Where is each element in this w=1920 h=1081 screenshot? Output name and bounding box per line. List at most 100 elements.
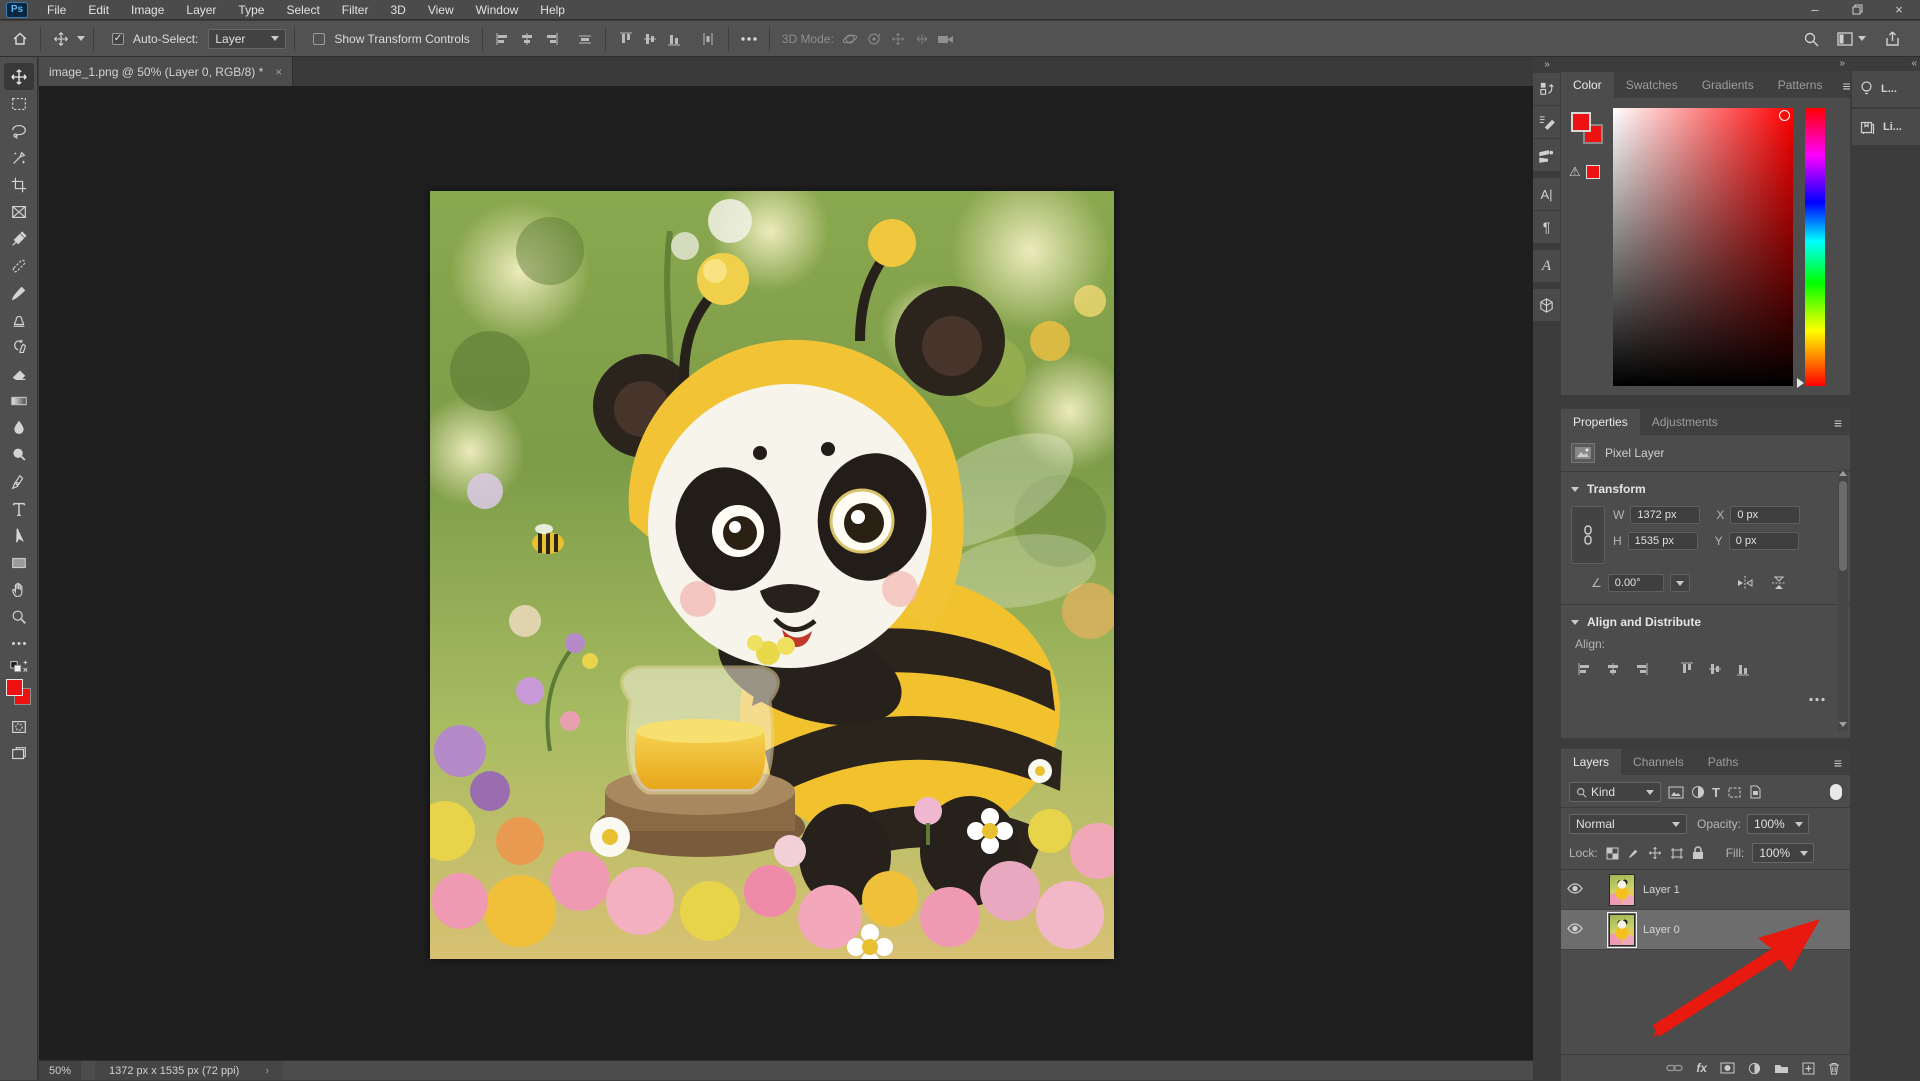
collapse-rail-button[interactable]: « [1911, 56, 1916, 72]
hue-slider[interactable] [1805, 108, 1825, 386]
search-button[interactable] [1799, 26, 1823, 52]
tab-layers[interactable]: Layers [1561, 749, 1621, 775]
brush-settings-panel-button[interactable] [1533, 106, 1560, 139]
expand-panels-button[interactable]: » [1839, 56, 1844, 72]
layer-row-1[interactable]: Layer 1 [1561, 870, 1850, 910]
character-panel-button[interactable]: A| [1533, 178, 1560, 211]
props-align-hcenter-button[interactable] [1601, 659, 1625, 679]
status-document-info[interactable]: 1372 px x 1535 px (72 ppi) › [95, 1061, 283, 1080]
height-field[interactable]: 1535 px [1628, 532, 1698, 550]
learn-panel-button[interactable]: L... [1852, 71, 1920, 107]
layer0-name[interactable]: Layer 0 [1643, 924, 1680, 936]
filter-pixel-layers-icon[interactable] [1668, 786, 1684, 799]
tool-eraser[interactable] [4, 360, 34, 387]
properties-panel-menu-icon[interactable]: ≡ [1826, 411, 1850, 435]
tool-history-brush[interactable] [4, 333, 34, 360]
more-align-options-button[interactable] [737, 26, 761, 52]
brushes-panel-button[interactable] [1533, 139, 1560, 172]
tab-gradients[interactable]: Gradients [1690, 72, 1766, 98]
tool-blur[interactable] [4, 414, 34, 441]
blend-mode-dropdown[interactable]: Normal [1569, 814, 1687, 834]
link-dimensions-button[interactable] [1571, 506, 1605, 564]
color-swatches[interactable] [2, 679, 36, 713]
tool-hand[interactable] [4, 576, 34, 603]
filter-type-layers-icon[interactable]: T [1712, 785, 1720, 800]
flip-horizontal-icon[interactable] [1736, 575, 1754, 591]
tab-patterns[interactable]: Patterns [1766, 72, 1835, 98]
y-field[interactable]: 0 px [1729, 532, 1799, 550]
document-tab-close[interactable]: × [275, 65, 282, 79]
share-button[interactable] [1880, 26, 1904, 52]
props-align-bottom-button[interactable] [1731, 659, 1755, 679]
rotation-field[interactable]: 0.00° [1608, 574, 1664, 592]
opacity-field[interactable]: 100% [1747, 814, 1809, 834]
restore-button[interactable] [1836, 0, 1878, 19]
align-horizontal-centers-button[interactable] [515, 26, 539, 52]
3d-roll-button[interactable] [862, 26, 886, 52]
tool-move[interactable] [4, 63, 34, 90]
properties-scrollbar[interactable] [1838, 469, 1848, 731]
distribute-vertical-button[interactable] [696, 26, 720, 52]
tool-marquee[interactable] [4, 90, 34, 117]
color-foreground-swatch[interactable] [1571, 112, 1591, 132]
tab-adjustments[interactable]: Adjustments [1640, 409, 1730, 435]
menu-help[interactable]: Help [529, 1, 576, 19]
menu-filter[interactable]: Filter [331, 1, 380, 19]
menu-file[interactable]: File [36, 1, 77, 19]
align-bottom-edges-button[interactable] [662, 26, 686, 52]
menu-image[interactable]: Image [120, 1, 175, 19]
filter-smart-objects-icon[interactable] [1749, 785, 1762, 799]
align-more-button[interactable] [1808, 697, 1826, 702]
tool-type[interactable] [4, 495, 34, 522]
menu-3d[interactable]: 3D [379, 1, 416, 19]
screen-mode-button[interactable] [4, 740, 34, 767]
gamut-warning-icon[interactable]: ⚠ [1569, 164, 1581, 180]
3d-camera-button[interactable] [934, 26, 958, 52]
tool-clone-stamp[interactable] [4, 306, 34, 333]
lock-transparent-icon[interactable] [1606, 847, 1619, 860]
close-button[interactable]: × [1878, 0, 1920, 19]
menu-type[interactable]: Type [227, 1, 275, 19]
layer1-visibility-toggle[interactable] [1567, 883, 1583, 897]
auto-select-dropdown[interactable]: Layer [208, 29, 286, 49]
layer0-visibility-toggle[interactable] [1567, 923, 1583, 937]
filter-shape-layers-icon[interactable] [1727, 786, 1742, 799]
link-layers-icon[interactable] [1666, 1063, 1683, 1073]
3d-orbit-button[interactable] [838, 26, 862, 52]
layer1-name[interactable]: Layer 1 [1643, 884, 1680, 896]
add-mask-icon[interactable] [1720, 1062, 1735, 1074]
fill-field[interactable]: 100% [1752, 843, 1814, 863]
x-field[interactable]: 0 px [1730, 506, 1800, 524]
layer-filter-kind-dropdown[interactable]: Kind [1569, 782, 1661, 802]
gamut-color-swatch[interactable] [1586, 165, 1600, 179]
layer1-thumbnail[interactable] [1609, 874, 1635, 906]
tool-quick-selection[interactable] [4, 144, 34, 171]
tab-channels[interactable]: Channels [1621, 749, 1696, 775]
tab-paths[interactable]: Paths [1696, 749, 1751, 775]
layer-style-button[interactable]: fx [1696, 1061, 1707, 1075]
props-align-vcenter-button[interactable] [1703, 659, 1727, 679]
tool-path-selection[interactable] [4, 522, 34, 549]
tab-properties[interactable]: Properties [1561, 409, 1640, 435]
collapse-dock-button[interactable]: » [1544, 57, 1549, 73]
3d-panel-button[interactable] [1533, 289, 1560, 322]
minimize-button[interactable]: – [1794, 0, 1836, 19]
layer0-thumbnail[interactable] [1609, 914, 1635, 946]
foreground-color-swatch[interactable] [6, 679, 23, 696]
tool-crop[interactable] [4, 171, 34, 198]
props-align-left-button[interactable] [1573, 659, 1597, 679]
flip-vertical-icon[interactable] [1770, 575, 1788, 591]
align-collapse-icon[interactable] [1571, 620, 1579, 625]
new-group-icon[interactable] [1774, 1062, 1789, 1074]
lock-all-icon[interactable] [1692, 846, 1704, 860]
status-chevron-icon[interactable]: › [265, 1065, 269, 1077]
tool-preset-move[interactable] [49, 26, 73, 52]
tab-color[interactable]: Color [1561, 72, 1614, 98]
width-field[interactable]: 1372 px [1630, 506, 1700, 524]
tool-gradient[interactable] [4, 387, 34, 414]
3d-pan-button[interactable] [886, 26, 910, 52]
lock-position-icon[interactable] [1648, 846, 1662, 860]
paragraph-panel-button[interactable]: ¶ [1533, 211, 1560, 244]
props-align-top-button[interactable] [1675, 659, 1699, 679]
tool-dodge[interactable] [4, 441, 34, 468]
